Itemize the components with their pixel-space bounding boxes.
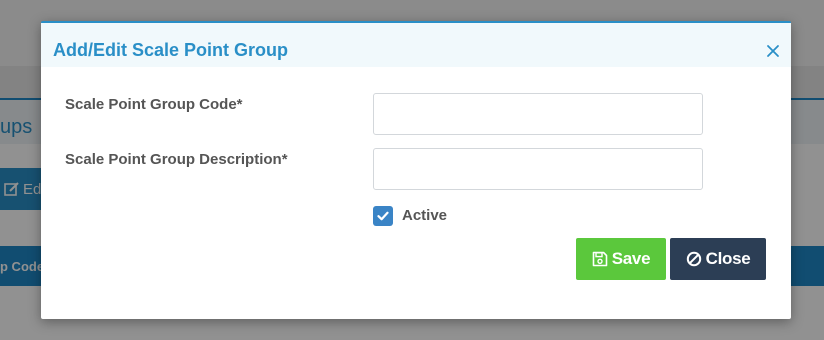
scale-point-group-code-input[interactable]	[373, 93, 703, 135]
close-button[interactable]: Close	[670, 238, 766, 280]
ban-icon	[686, 251, 701, 267]
active-checkbox[interactable]	[373, 206, 393, 226]
add-edit-scale-point-group-dialog: Add/Edit Scale Point Group Scale Point G…	[41, 21, 791, 319]
close-button-label: Close	[705, 249, 751, 268]
save-button[interactable]: Save	[576, 238, 666, 280]
close-icon[interactable]	[765, 43, 781, 59]
modal-title: Add/Edit Scale Point Group	[53, 40, 289, 60]
modal-header: Add/Edit Scale Point Group	[41, 23, 791, 67]
floppy-disk-icon	[592, 251, 608, 267]
save-button-label: Save	[611, 249, 651, 268]
checkmark-icon	[377, 211, 389, 221]
scale-point-group-description-label: Scale Point Group Description*	[65, 151, 288, 168]
scale-point-group-description-input[interactable]	[373, 148, 703, 190]
active-label: Active	[402, 207, 448, 224]
scale-point-group-code-label: Scale Point Group Code*	[65, 96, 243, 113]
